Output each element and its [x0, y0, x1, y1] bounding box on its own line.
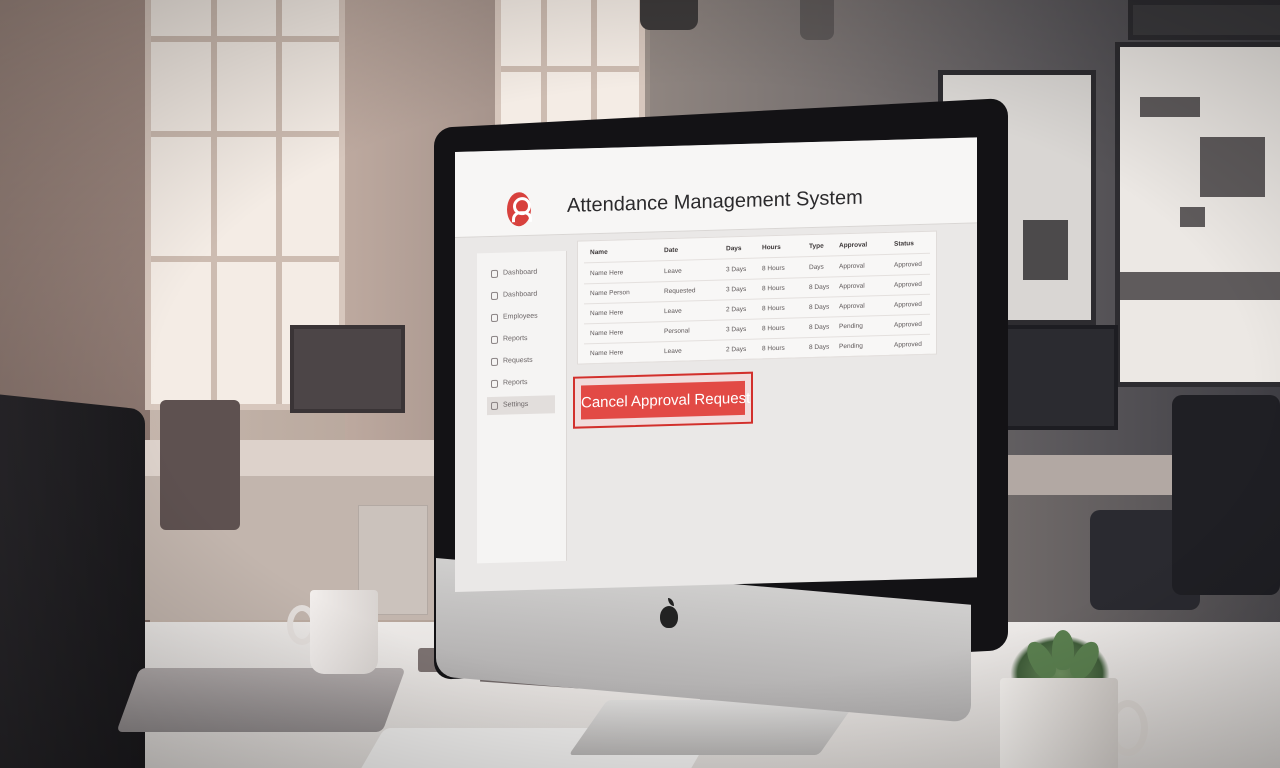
table-cell: Leave: [664, 307, 682, 316]
table-cell: Pending: [839, 322, 863, 331]
wall-poster: [1115, 42, 1280, 387]
table-cell: 8 Hours: [762, 284, 785, 293]
column-header: Hours: [762, 243, 781, 252]
table-cell: Approved: [894, 320, 922, 329]
sidebar: Dashboard Dashboard Employees Reports Re…: [477, 250, 567, 564]
table-cell: Name Here: [590, 269, 624, 278]
table-cell: Approval: [839, 262, 865, 271]
sidebar-item-dashboard[interactable]: Dashboard: [487, 263, 555, 283]
table-cell: Approved: [894, 300, 922, 309]
app-title: Attendance Management System: [567, 186, 863, 217]
table-cell: Personal: [664, 327, 690, 336]
table-cell: Requested: [664, 287, 696, 296]
pendant-lamp: [800, 0, 834, 40]
column-header: Date: [664, 246, 679, 255]
attendance-table: Name Date Days Hours Type Approval Statu…: [577, 230, 937, 365]
sidebar-item-settings[interactable]: Settings: [487, 395, 555, 416]
closed-laptop: [116, 668, 406, 732]
cancel-approval-request-button[interactable]: Cancel Approval Request: [581, 380, 750, 420]
column-header: Days: [726, 244, 742, 253]
lock-icon: [491, 291, 498, 300]
sidebar-item-label: Dashboard: [503, 268, 538, 277]
table-cell: 8 Hours: [762, 304, 785, 313]
sidebar-item-label: Reports: [503, 378, 528, 387]
table-cell: 8 Days: [809, 283, 830, 292]
table-cell: 8 Hours: [762, 264, 785, 273]
sidebar-item-label: Reports: [503, 334, 528, 343]
document-icon: [491, 357, 498, 366]
table-cell: 8 Days: [809, 343, 830, 352]
sidebar-item-requests[interactable]: Requests: [487, 351, 555, 371]
table-cell: Approved: [894, 340, 922, 349]
table-cell: Name Here: [590, 349, 624, 358]
user-icon: [491, 269, 498, 278]
table-cell: Approval: [839, 302, 865, 311]
table-cell: 8 Days: [809, 303, 830, 312]
user-pin-icon: [507, 191, 531, 227]
table-cell: Approved: [894, 280, 922, 289]
column-header: Status: [894, 240, 914, 248]
table-cell: 3 Days: [726, 325, 747, 334]
table-cell: 8 Days: [809, 323, 830, 332]
table-cell: 3 Days: [726, 285, 747, 294]
plant-pot: [1000, 678, 1118, 768]
table-cell: 3 Days: [726, 265, 747, 274]
sidebar-item-label: Employees: [503, 312, 538, 321]
table-cell: 8 Hours: [762, 324, 785, 333]
apple-logo-icon: [658, 598, 680, 630]
sidebar-item-reports-2[interactable]: Reports: [487, 373, 555, 393]
background-monitor: [990, 325, 1118, 430]
table-cell: Leave: [664, 347, 682, 356]
column-header: Name: [590, 248, 608, 257]
sidebar-item-label: Dashboard: [503, 290, 538, 299]
document-icon: [491, 335, 498, 344]
table-cell: Name Here: [590, 329, 624, 338]
table-cell: Pending: [839, 342, 863, 351]
column-header: Approval: [839, 241, 868, 250]
table-cell: Approved: [894, 260, 922, 269]
table-cell: 2 Days: [726, 305, 747, 314]
table-cell: 2 Days: [726, 345, 747, 354]
table-cell: Approval: [839, 282, 865, 291]
table-cell: Name Person: [590, 289, 630, 298]
cancel-approval-highlight: Cancel Approval Request: [573, 371, 753, 429]
document-icon: [491, 313, 498, 322]
office-chair: [1172, 395, 1280, 595]
sidebar-item-dashboard-2[interactable]: Dashboard: [487, 285, 555, 305]
office-scene: Attendance Management System Dashboard D…: [0, 0, 1280, 768]
table-cell: Name Here: [590, 309, 624, 318]
background-monitor: [290, 325, 405, 413]
table-cell: Days: [809, 263, 824, 272]
app-header: Attendance Management System: [455, 137, 977, 238]
sidebar-item-employees[interactable]: Employees: [487, 307, 555, 327]
gear-icon: [491, 401, 498, 410]
wall-frame: [1128, 0, 1280, 40]
user-icon: [491, 379, 498, 388]
coffee-mug: [310, 590, 378, 674]
sidebar-item-label: Settings: [503, 400, 529, 409]
app-screen: Attendance Management System Dashboard D…: [455, 137, 977, 592]
sidebar-item-label: Requests: [503, 356, 533, 365]
table-cell: 8 Hours: [762, 344, 785, 353]
pendant-lamp: [640, 0, 698, 30]
sidebar-item-reports[interactable]: Reports: [487, 329, 555, 349]
table-cell: Leave: [664, 267, 682, 276]
office-chair: [160, 400, 240, 530]
column-header: Type: [809, 242, 824, 251]
